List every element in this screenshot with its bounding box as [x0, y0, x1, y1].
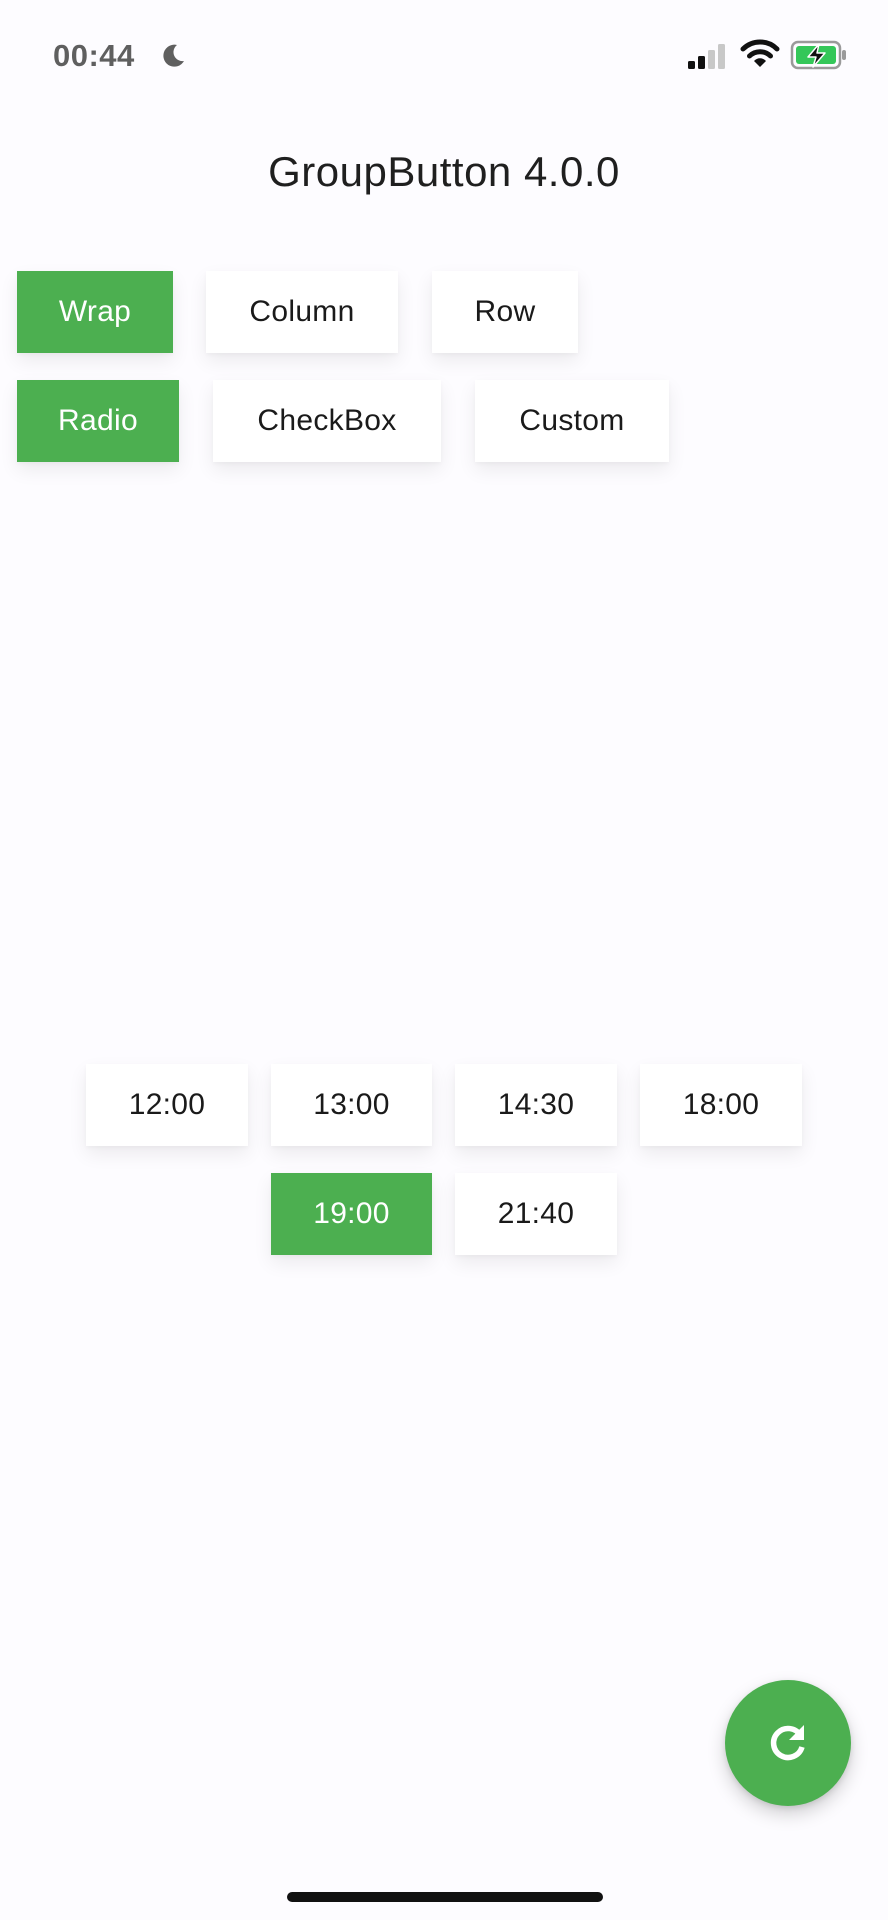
button-label: 19:00: [313, 1197, 390, 1230]
type-option-radio[interactable]: Radio: [17, 380, 179, 462]
button-label: Custom: [519, 404, 625, 437]
time-option-1430[interactable]: 14:30: [455, 1064, 617, 1146]
button-label: Wrap: [58, 295, 132, 328]
time-option-1200[interactable]: 12:00: [86, 1064, 248, 1146]
home-indicator: [287, 1892, 603, 1902]
status-bar: 00:44: [0, 0, 888, 112]
layout-option-row[interactable]: Row: [432, 271, 578, 353]
button-label: 18:00: [682, 1088, 760, 1121]
button-label: Radio: [58, 404, 138, 437]
button-label: 13:00: [313, 1088, 390, 1121]
signal-icon: [688, 44, 725, 69]
time-option-1800[interactable]: 18:00: [640, 1064, 802, 1146]
button-label: CheckBox: [257, 404, 397, 437]
button-label: 21:40: [497, 1197, 575, 1230]
button-label: Column: [249, 295, 355, 328]
screen: 00:44 GroupButton 4.0.0 Wrap Column Row …: [0, 0, 888, 1920]
refresh-icon: [770, 1725, 805, 1761]
time-option-1900[interactable]: 19:00: [271, 1173, 432, 1255]
page-title: GroupButton 4.0.0: [268, 148, 620, 195]
status-time: 00:44: [53, 38, 135, 73]
type-option-custom[interactable]: Custom: [475, 380, 669, 462]
wifi-icon: [740, 39, 780, 67]
button-label: 14:30: [497, 1088, 575, 1121]
time-option-2140[interactable]: 21:40: [455, 1173, 617, 1255]
type-option-checkbox[interactable]: CheckBox: [213, 380, 441, 462]
moon-icon: [163, 44, 184, 67]
layout-option-wrap[interactable]: Wrap: [17, 271, 173, 353]
layout-option-column[interactable]: Column: [206, 271, 398, 353]
button-label: 12:00: [128, 1088, 206, 1121]
battery-charging-icon: [790, 40, 846, 70]
time-option-1300[interactable]: 13:00: [271, 1064, 432, 1146]
button-label: Row: [474, 295, 536, 328]
refresh-button[interactable]: [725, 1680, 851, 1806]
app-bar: GroupButton 4.0.0: [0, 112, 888, 232]
